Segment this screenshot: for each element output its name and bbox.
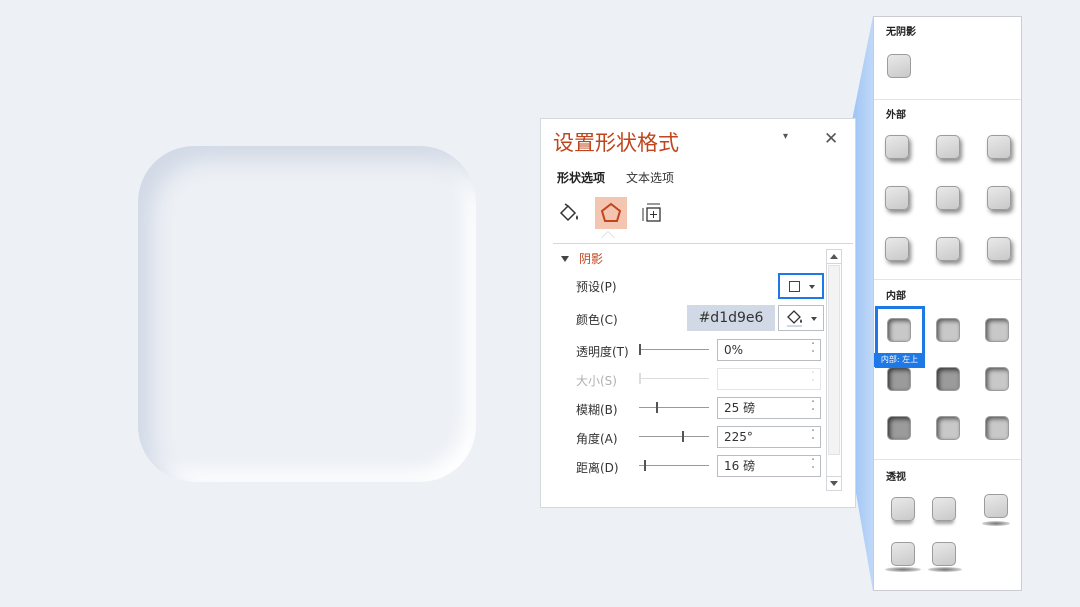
size-input: ˄ ˅ [717, 368, 821, 390]
preset-dropdown-button[interactable] [778, 273, 824, 299]
preset-perspective-3[interactable] [984, 494, 1008, 518]
preset-inner-2[interactable] [936, 318, 960, 342]
preset-outer-7[interactable] [885, 237, 909, 261]
tab-shape-options[interactable]: 形状选项 [557, 169, 605, 186]
preset-outer-2[interactable] [936, 135, 960, 159]
color-label: 颜色(C) [576, 313, 618, 327]
gallery-heading-none: 无阴影 [886, 27, 916, 38]
angle-input[interactable]: 225° ˄ ˅ [717, 426, 821, 448]
preset-tooltip: 内部: 左上 [874, 353, 925, 367]
size-properties-button[interactable] [637, 197, 669, 229]
preset-outer-9[interactable] [987, 237, 1011, 261]
selected-tab-caret [601, 231, 615, 238]
blur-input[interactable]: 25 磅 ˄ ˅ [717, 397, 821, 419]
preset-outer-8[interactable] [936, 237, 960, 261]
preset-inner-5[interactable] [936, 367, 960, 391]
size-slider [639, 373, 709, 385]
preset-outer-6[interactable] [987, 186, 1011, 210]
gallery-heading-perspective: 透视 [886, 472, 906, 483]
angle-slider[interactable] [639, 431, 709, 443]
preset-inner-3[interactable] [985, 318, 1009, 342]
preset-label: 预设(P) [576, 280, 617, 294]
effects-button[interactable] [595, 197, 627, 229]
format-shape-pane: 设置形状格式 ▾ ✕ 形状选项 文本选项 阴影 预设(P) 颜色(C) #d1d… [540, 118, 856, 508]
preset-outer-4[interactable] [885, 186, 909, 210]
fill-line-button[interactable] [553, 197, 585, 229]
effects-icon [600, 202, 622, 222]
gallery-heading-inner: 内部 [886, 291, 906, 302]
transparency-input[interactable]: 0% ˄ ˅ [717, 339, 821, 361]
pane-options-chevron-icon[interactable]: ▾ [783, 131, 788, 142]
color-picker-button[interactable] [778, 305, 824, 331]
angle-label: 角度(A) [576, 432, 618, 446]
chevron-down-icon [811, 317, 817, 321]
preset-outer-5[interactable] [936, 186, 960, 210]
pane-title: 设置形状格式 [553, 131, 679, 155]
size-label: 大小(S) [576, 374, 617, 388]
shadow-section-title: 阴影 [579, 252, 604, 266]
spin-arrows-icon[interactable]: ˄ ˅ [809, 342, 817, 358]
preset-inner-6[interactable] [985, 367, 1009, 391]
chevron-down-icon [809, 285, 815, 289]
shadow-preset-gallery: 无阴影 外部 内部 透视 内部: 左上 [873, 16, 1022, 591]
spin-arrows-icon: ˄ ˅ [811, 371, 815, 387]
transparency-slider[interactable] [639, 344, 709, 356]
perspective-shadow [885, 567, 921, 572]
distance-label: 距离(D) [576, 461, 619, 475]
preset-perspective-4[interactable] [891, 542, 915, 566]
no-shadow-preset-icon [789, 281, 800, 292]
color-hex-annotation: #d1d9e6 [687, 305, 775, 331]
blur-slider[interactable] [639, 402, 709, 414]
collapse-triangle-icon [561, 255, 569, 262]
preset-inner-7[interactable] [887, 416, 911, 440]
spin-arrows-icon[interactable]: ˄ ˅ [809, 458, 817, 474]
preset-no-shadow[interactable] [887, 54, 911, 78]
perspective-shadow [928, 567, 962, 572]
pane-divider [553, 243, 853, 244]
preset-outer-3[interactable] [987, 135, 1011, 159]
preset-perspective-1[interactable] [891, 497, 915, 521]
spin-arrows-icon[interactable]: ˄ ˅ [809, 429, 817, 445]
spin-arrows-icon[interactable]: ˄ ˅ [809, 400, 817, 416]
paint-bucket-icon [787, 310, 802, 327]
scroll-thumb[interactable] [828, 265, 840, 455]
transparency-label: 透明度(T) [576, 345, 629, 359]
preset-inner-8[interactable] [936, 416, 960, 440]
distance-input[interactable]: 16 磅 ˄ ˅ [717, 455, 821, 477]
preset-perspective-5[interactable] [932, 542, 956, 566]
neumorphic-card[interactable] [138, 146, 476, 482]
preset-perspective-2[interactable] [932, 497, 956, 521]
gallery-heading-outer: 外部 [886, 110, 906, 121]
fill-line-icon [559, 203, 578, 222]
preset-inner-9[interactable] [985, 416, 1009, 440]
shadow-section-header[interactable]: 阴影 [561, 250, 603, 267]
pane-close-icon[interactable]: ✕ [824, 129, 838, 149]
preset-outer-1[interactable] [885, 135, 909, 159]
distance-slider[interactable] [639, 460, 709, 472]
size-properties-icon [642, 203, 661, 222]
blur-label: 模糊(B) [576, 403, 618, 417]
tab-text-options[interactable]: 文本选项 [626, 169, 674, 186]
perspective-shadow [982, 521, 1010, 526]
pane-scrollbar[interactable] [826, 249, 842, 491]
scroll-up-icon[interactable] [827, 250, 841, 264]
preset-inner-4[interactable] [887, 367, 911, 391]
scroll-down-icon[interactable] [827, 476, 841, 490]
